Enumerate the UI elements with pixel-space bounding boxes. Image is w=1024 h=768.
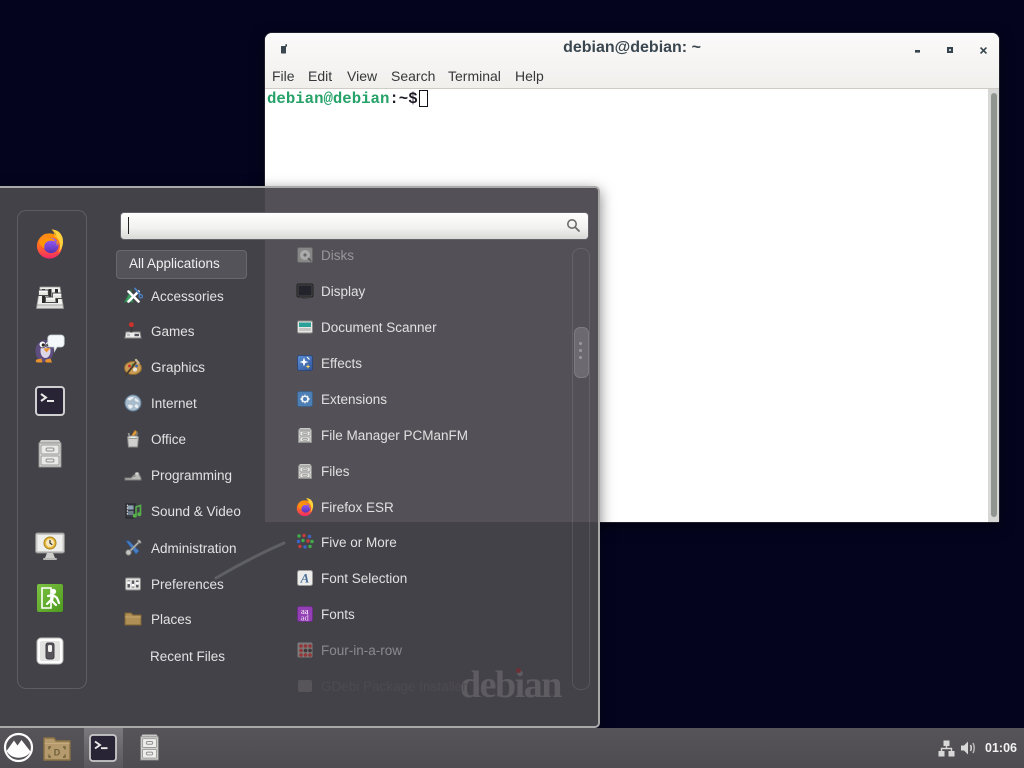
svg-text:D: D bbox=[54, 748, 61, 758]
svg-text:ad: ad bbox=[301, 613, 310, 623]
svg-text:A: A bbox=[300, 571, 310, 586]
